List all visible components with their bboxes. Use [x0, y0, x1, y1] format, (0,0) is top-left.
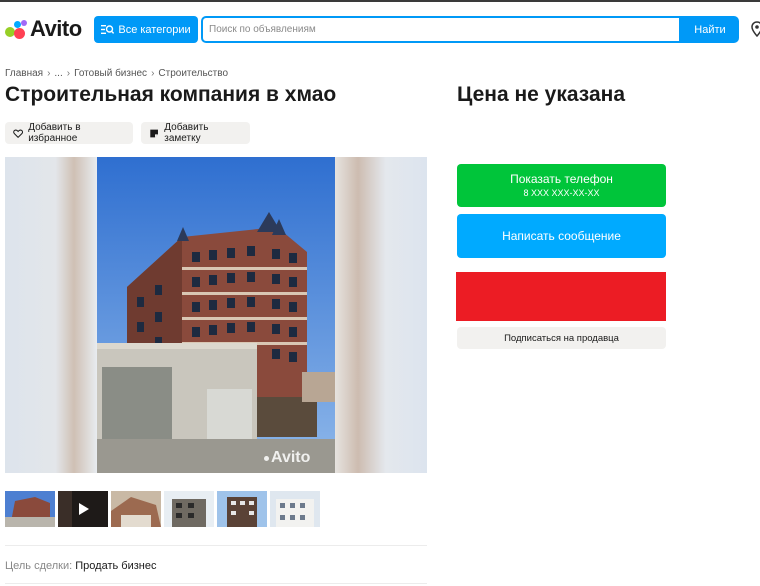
heart-icon: [13, 129, 24, 138]
show-phone-button[interactable]: Показать телефон 8 XXX XXX-XX-XX: [457, 164, 666, 207]
breadcrumb-home[interactable]: Главная: [5, 68, 43, 79]
search-button[interactable]: Найти: [681, 16, 739, 43]
deal-purpose-label: Цель сделки:: [5, 560, 73, 572]
breadcrumb-chevron-icon: ›: [151, 68, 155, 79]
watermark-text: Avito: [271, 449, 311, 466]
logo-text: Avito: [30, 16, 82, 41]
section-divider: [5, 583, 427, 584]
building-photo[interactable]: [97, 157, 335, 473]
listing-price: Цена не указана: [457, 83, 625, 106]
search-input[interactable]: [201, 16, 681, 43]
red-banner-block: [456, 272, 666, 321]
thumbnail-4[interactable]: [164, 491, 214, 527]
listing-title: Строительная компания в хмао: [5, 83, 337, 106]
categories-search-icon: [101, 25, 115, 34]
thumbnail-5[interactable]: [217, 491, 267, 527]
breadcrumb-construction[interactable]: Строительство: [158, 68, 228, 79]
breadcrumb: Главная › ... › Готовый бизнес › Строите…: [5, 68, 228, 79]
deal-purpose: Цель сделки: Продать бизнес: [5, 560, 156, 572]
avito-logo[interactable]: Avito: [5, 16, 82, 41]
photo-gallery[interactable]: Avito: [5, 157, 427, 473]
avito-watermark: Avito: [264, 449, 310, 467]
add-to-favorites-button[interactable]: Добавить в избранное: [5, 122, 133, 144]
add-to-favorites-label: Добавить в избранное: [28, 122, 81, 144]
thumbnail-strip: [5, 491, 320, 527]
location-pin-icon[interactable]: [751, 21, 760, 37]
thumbnail-6[interactable]: [270, 491, 320, 527]
window-top-border: [0, 0, 760, 2]
logo-dots-icon: [5, 18, 27, 40]
masked-phone-number: 8 XXX XXX-XX-XX: [523, 188, 600, 198]
note-icon: [150, 129, 158, 137]
write-message-button[interactable]: Написать сообщение: [457, 214, 666, 258]
gallery-blurred-edge-right: [335, 157, 427, 473]
add-note-label: Добавить заметку: [164, 122, 209, 144]
subscribe-to-seller-button[interactable]: Подписаться на продавца: [457, 327, 666, 349]
breadcrumb-ready-business[interactable]: Готовый бизнес: [74, 68, 147, 79]
gallery-blurred-edge-left: [5, 157, 97, 473]
deal-purpose-value: Продать бизнес: [75, 560, 157, 572]
breadcrumb-chevron-icon: ›: [47, 68, 51, 79]
show-phone-label: Показать телефон: [510, 172, 613, 186]
thumbnail-1[interactable]: [5, 491, 55, 527]
breadcrumb-chevron-icon: ›: [66, 68, 71, 79]
all-categories-label: Все категории: [118, 23, 191, 36]
all-categories-button[interactable]: Все категории: [94, 16, 198, 43]
breadcrumb-ellipsis[interactable]: ...: [54, 68, 62, 79]
thumbnail-3[interactable]: [111, 491, 161, 527]
add-note-button[interactable]: Добавить заметку: [141, 122, 250, 144]
thumbnail-video[interactable]: [58, 491, 108, 527]
section-divider: [5, 545, 427, 546]
